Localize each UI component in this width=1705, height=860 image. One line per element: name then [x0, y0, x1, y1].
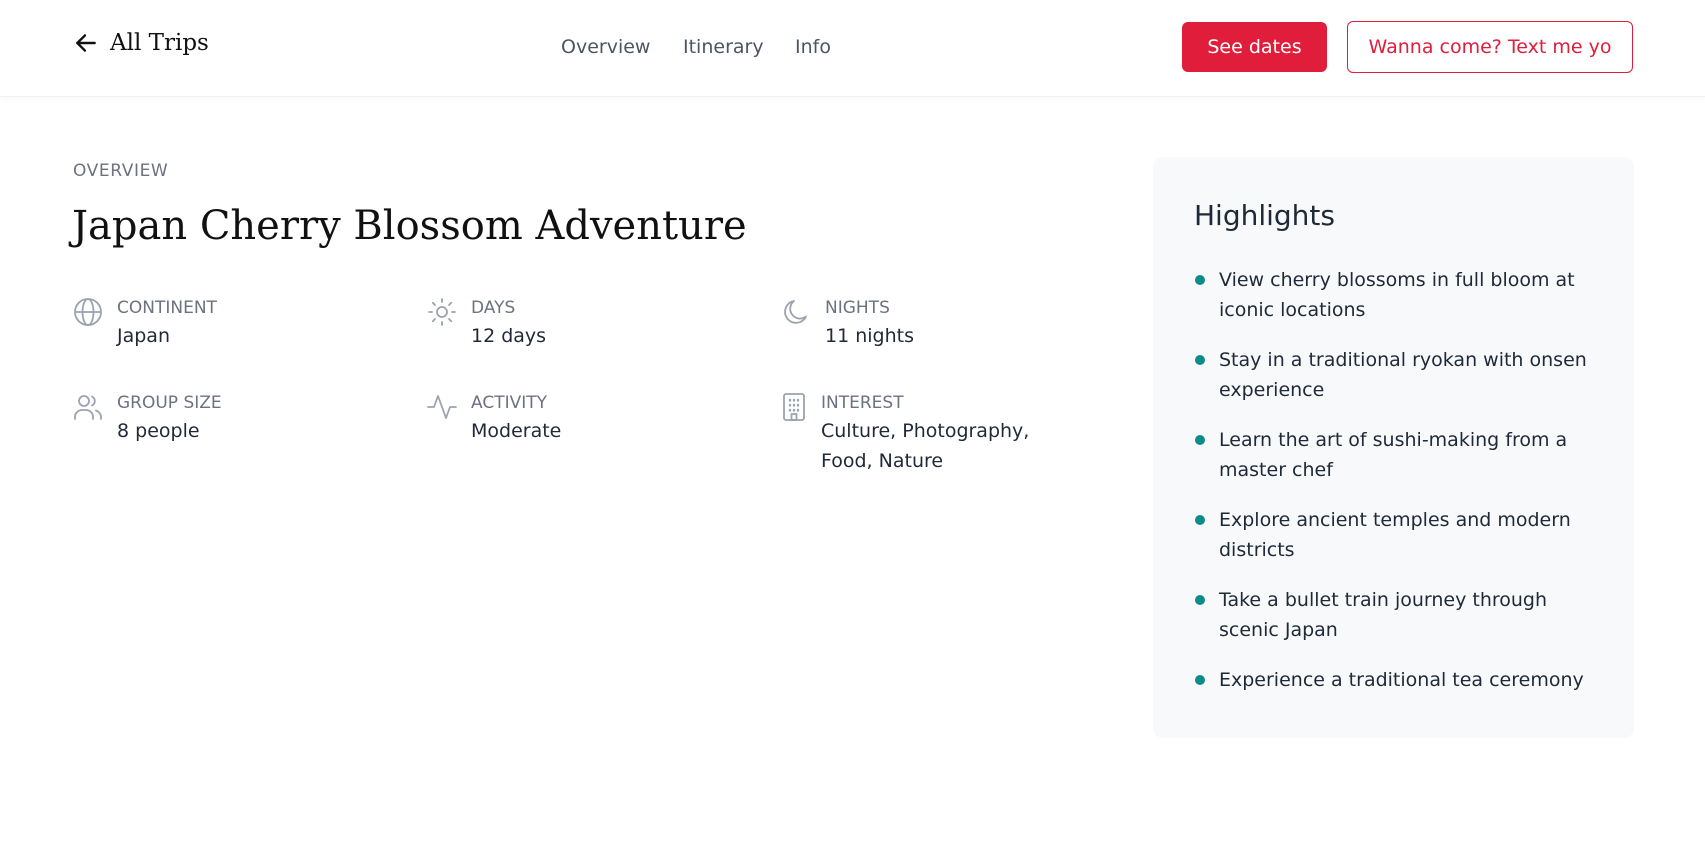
stat-label: DAYS	[471, 298, 516, 318]
bullet-dot-icon	[1195, 435, 1205, 445]
stat-label: ACTIVITY	[471, 393, 548, 413]
bullet-dot-icon	[1195, 675, 1205, 685]
back-link-label: All Trips	[110, 30, 209, 56]
stat-value: Culture, Photography, Food, Nature	[821, 420, 1030, 472]
stat-activity: ACTIVITY Moderate	[427, 392, 561, 446]
highlight-text: Explore ancient temples and modern distr…	[1219, 509, 1571, 561]
stat-group-size: GROUP SIZE 8 people	[73, 392, 222, 446]
highlights-list: View cherry blossoms in full bloom at ic…	[1194, 265, 1594, 715]
stat-continent: CONTINENT Japan	[73, 297, 217, 351]
stat-label: CONTINENT	[117, 298, 217, 318]
text-me-button[interactable]: Wanna come? Text me yo	[1347, 21, 1633, 73]
highlight-text: View cherry blossoms in full bloom at ic…	[1219, 269, 1575, 321]
stat-interest: INTEREST Culture, Photography, Food, Nat…	[781, 392, 1081, 476]
tab-info[interactable]: Info	[795, 36, 831, 58]
stat-value: 8 people	[117, 420, 200, 442]
arrow-left-icon	[73, 30, 99, 56]
stat-label: GROUP SIZE	[117, 393, 222, 413]
bullet-dot-icon	[1195, 355, 1205, 365]
highlight-text: Learn the art of sushi-making from a mas…	[1219, 429, 1568, 481]
stat-value: Japan	[117, 325, 170, 347]
stat-value: 11 nights	[825, 325, 914, 347]
highlight-text: Experience a traditional tea ceremony	[1219, 669, 1584, 691]
highlight-item: Explore ancient temples and modern distr…	[1194, 505, 1594, 565]
tab-overview[interactable]: Overview	[561, 36, 650, 58]
highlight-text: Stay in a traditional ryokan with onsen …	[1219, 349, 1587, 401]
see-dates-button[interactable]: See dates	[1182, 22, 1327, 72]
top-navigation-bar: All Trips Overview Itinerary Info See da…	[0, 0, 1705, 97]
highlight-text: Take a bullet train journey through scen…	[1219, 589, 1548, 641]
stat-value: Moderate	[471, 420, 562, 442]
bullet-dot-icon	[1195, 275, 1205, 285]
stat-label: INTEREST	[821, 393, 904, 413]
section-overline: OVERVIEW	[73, 161, 169, 181]
highlights-panel: Highlights View cherry blossoms in full …	[1153, 157, 1634, 738]
highlights-title: Highlights	[1194, 199, 1335, 232]
highlight-item: Take a bullet train journey through scen…	[1194, 585, 1594, 645]
stat-nights: NIGHTS 11 nights	[781, 297, 914, 351]
tab-itinerary[interactable]: Itinerary	[683, 36, 764, 58]
users-icon	[73, 392, 103, 422]
highlight-item: Learn the art of sushi-making from a mas…	[1194, 425, 1594, 485]
highlight-item: Stay in a traditional ryokan with onsen …	[1194, 345, 1594, 405]
bullet-dot-icon	[1195, 595, 1205, 605]
stat-days: DAYS 12 days	[427, 297, 546, 351]
highlight-item: Experience a traditional tea ceremony	[1194, 665, 1594, 695]
building-icon	[781, 392, 807, 422]
page-title: Japan Cherry Blossom Adventure	[72, 203, 747, 249]
stat-value: 12 days	[471, 325, 547, 347]
globe-icon	[73, 297, 103, 327]
activity-icon	[427, 392, 457, 422]
bullet-dot-icon	[1195, 515, 1205, 525]
stat-label: NIGHTS	[825, 298, 890, 318]
back-to-all-trips-link[interactable]: All Trips	[73, 30, 209, 56]
moon-icon	[781, 297, 811, 327]
sun-icon	[427, 297, 457, 327]
highlight-item: View cherry blossoms in full bloom at ic…	[1194, 265, 1594, 325]
